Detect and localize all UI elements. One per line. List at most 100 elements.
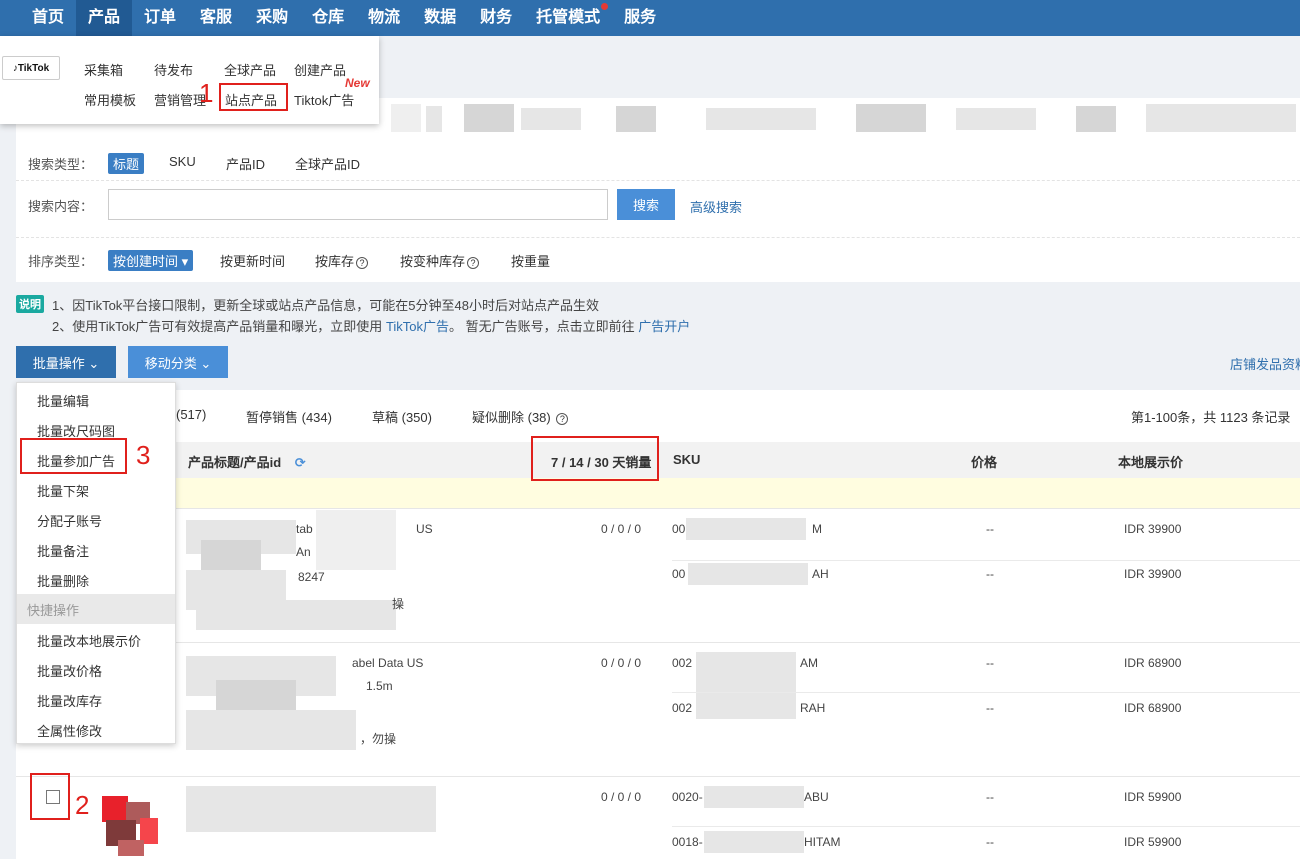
row-2-sales: 0 / 0 / 0: [601, 656, 642, 670]
product-dropdown: ♪ TikTok 采集箱 待发布 全球产品 创建产品 常用模板 营销管理 站点产品…: [0, 36, 379, 124]
search-type-global-id[interactable]: 全球产品ID: [295, 154, 360, 173]
col-local-price: 本地展示价: [1118, 455, 1184, 470]
row-1-sku-2: 00: [672, 567, 686, 581]
row-2-sku-1-end: AM: [800, 656, 818, 670]
advanced-search-link[interactable]: 高级搜索: [690, 197, 742, 216]
redacted-block: [956, 108, 1036, 130]
nav-services[interactable]: 服务: [612, 0, 668, 36]
tab-paused[interactable]: 暂停销售 (434): [246, 407, 332, 426]
tab-draft[interactable]: 草稿 (350): [372, 407, 432, 426]
sort-weight[interactable]: 按重量: [511, 251, 550, 270]
col-title[interactable]: 产品标题/产品id ⟳: [188, 452, 306, 471]
row-2-title: abel Data US: [352, 656, 424, 670]
search-type-title[interactable]: 标题: [108, 153, 145, 174]
row-3-sku-2-end: HITAM: [804, 835, 841, 849]
redacted-block: [704, 831, 804, 853]
batch-remark[interactable]: 批量备注: [37, 541, 89, 560]
product-thumbnail[interactable]: [92, 782, 172, 856]
note-line-1: 1、因TikTok平台接口限制，更新全球或站点产品信息，可能在5分钟至48小时后…: [52, 298, 599, 313]
row-2-sku-2-price: --: [986, 701, 994, 715]
sort-stock[interactable]: 按库存?: [315, 251, 369, 270]
search-input[interactable]: [108, 189, 608, 220]
sort-variant-stock[interactable]: 按变种库存?: [400, 251, 480, 270]
nav-hosting[interactable]: 托管模式: [524, 0, 612, 36]
redacted-block: [216, 680, 296, 710]
nav-service[interactable]: 客服: [188, 0, 244, 36]
sort-updated-time[interactable]: 按更新时间: [220, 251, 285, 270]
thumb-pixel: [102, 796, 128, 822]
menu-create-product[interactable]: 创建产品: [294, 60, 346, 79]
nav-hosting-label: 托管模式: [536, 9, 601, 26]
batch-edit[interactable]: 批量编辑: [37, 391, 89, 410]
batch-operation-button[interactable]: 批量操作 ⌄: [16, 346, 116, 378]
move-category-button[interactable]: 移动分类 ⌄: [128, 346, 228, 378]
help-icon[interactable]: ?: [556, 413, 569, 425]
batch-all-attributes[interactable]: 全属性修改: [37, 721, 102, 740]
nav-orders[interactable]: 订单: [132, 0, 188, 36]
tiktok-ads-link[interactable]: TikTok广告: [386, 319, 449, 334]
menu-global-products[interactable]: 全球产品: [224, 60, 276, 79]
annotation-2: 2: [75, 790, 90, 820]
nav-home[interactable]: 首页: [20, 0, 76, 36]
row-2-sku-2-end: RAH: [800, 701, 826, 715]
ad-account-link[interactable]: 广告开户: [638, 319, 690, 334]
menu-collect-box[interactable]: 采集箱: [84, 60, 123, 79]
search-type-product-id[interactable]: 产品ID: [226, 154, 265, 173]
annotation-3: 3: [136, 440, 151, 470]
redacted-block: [1076, 106, 1116, 132]
top-nav: 首页 产品 订单 客服 采购 仓库 物流 数据 财务 托管模式 服务: [0, 0, 1300, 36]
row-3-sku-1-local: IDR 59900: [1124, 790, 1182, 804]
highlight-sales-column: [531, 436, 659, 481]
redacted-block: [521, 108, 581, 130]
menu-tiktok-ads[interactable]: Tiktok广告: [294, 90, 354, 109]
divider: [16, 237, 1300, 238]
tab-on-sale[interactable]: (517): [176, 407, 206, 422]
divider: [16, 180, 1300, 181]
annotation-1: 1: [199, 78, 214, 108]
row-3-sku-2-price: --: [986, 835, 994, 849]
redacted-block: [186, 710, 356, 750]
tab-suspected-deleted-label: 疑似删除 (38): [472, 410, 551, 425]
note-badge: 说明: [16, 295, 44, 313]
redacted-block: [201, 540, 261, 570]
nav-purchase[interactable]: 采购: [244, 0, 300, 36]
search-content-label: 搜索内容：: [28, 199, 94, 214]
nav-products[interactable]: 产品: [76, 0, 133, 36]
nav-finance[interactable]: 财务: [468, 0, 524, 36]
nav-warehouse[interactable]: 仓库: [300, 0, 356, 36]
redacted-block: [688, 563, 808, 585]
row-2-sku-2: 002: [672, 701, 693, 715]
quick-actions-label: 快捷操作: [27, 603, 80, 618]
col-price: 价格: [971, 455, 998, 470]
row-1-id: 8247: [298, 570, 325, 584]
search-button[interactable]: 搜索: [617, 189, 675, 220]
refresh-icon[interactable]: ⟳: [295, 455, 306, 470]
help-icon[interactable]: ?: [356, 257, 369, 269]
batch-local-price[interactable]: 批量改本地展示价: [37, 631, 141, 650]
store-listing-link[interactable]: 店铺发品资料: [1230, 354, 1300, 373]
redacted-block: [391, 104, 421, 132]
nav-data[interactable]: 数据: [412, 0, 468, 36]
row-1-title-2: US: [416, 522, 433, 536]
sort-created-label: 按创建时间: [113, 254, 179, 269]
row-2-sku-1-local: IDR 68900: [1124, 656, 1182, 670]
menu-to-publish[interactable]: 待发布: [154, 60, 193, 79]
batch-stock[interactable]: 批量改库存: [37, 691, 102, 710]
assign-sub-account[interactable]: 分配子账号: [37, 511, 102, 530]
note-line-2-text: 2、使用TikTok广告可有效提高产品销量和曝光，立即使用: [52, 319, 383, 334]
sort-created-time[interactable]: 按创建时间 ▾: [108, 250, 194, 271]
note-line-2-mid: 。 暂无广告账号，点击立即前往: [449, 319, 635, 334]
help-icon[interactable]: ?: [467, 257, 480, 269]
redacted-block: [616, 106, 656, 132]
batch-delist[interactable]: 批量下架: [37, 481, 89, 500]
sort-type-label: 排序类型：: [28, 254, 94, 269]
tab-suspected-deleted[interactable]: 疑似删除 (38) ?: [472, 407, 569, 426]
row-1-sku-2-price: --: [986, 567, 994, 581]
menu-common-template[interactable]: 常用模板: [84, 90, 136, 109]
row-3-sales: 0 / 0 / 0: [601, 790, 642, 804]
row-divider: [16, 776, 1300, 777]
batch-delete[interactable]: 批量删除: [37, 571, 89, 590]
search-type-sku[interactable]: SKU: [169, 154, 196, 169]
batch-price[interactable]: 批量改价格: [37, 661, 102, 680]
nav-logistics[interactable]: 物流: [356, 0, 412, 36]
